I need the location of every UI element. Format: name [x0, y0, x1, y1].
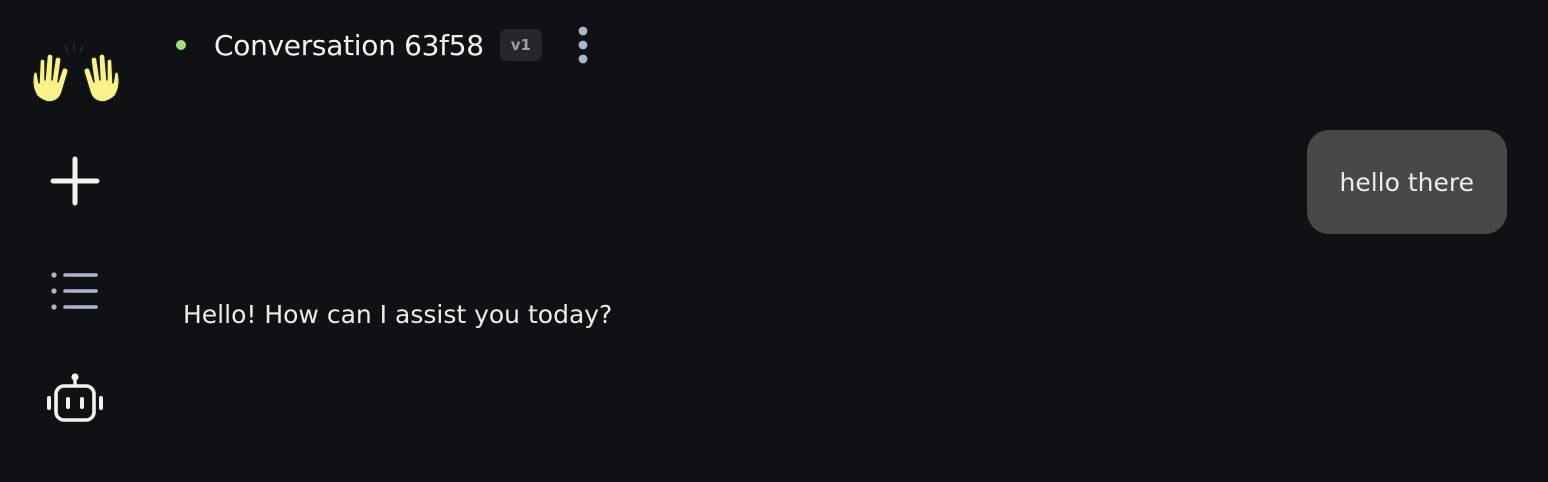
bot-icon [47, 373, 103, 422]
more-vertical-icon [578, 26, 588, 64]
user-message: hello there [1306, 130, 1507, 234]
history-button[interactable] [40, 256, 110, 326]
raising-hands-icon [32, 43, 120, 103]
status-dot [176, 40, 186, 50]
sidebar [0, 0, 150, 482]
plus-icon [50, 156, 100, 206]
assistant-message: Hello! How can I assist you today? [183, 300, 613, 329]
logo [26, 40, 126, 110]
list-icon [51, 272, 98, 310]
conversation-title[interactable]: Conversation 63f58 [214, 29, 484, 62]
new-chat-button[interactable] [40, 146, 110, 216]
app-window: Conversation 63f58 v1 hello there Hello!… [0, 0, 1548, 482]
conversation-menu-button[interactable] [568, 21, 598, 69]
agents-button[interactable] [40, 364, 110, 434]
conversation-header: Conversation 63f58 v1 [170, 20, 598, 70]
version-badge[interactable]: v1 [499, 29, 542, 61]
